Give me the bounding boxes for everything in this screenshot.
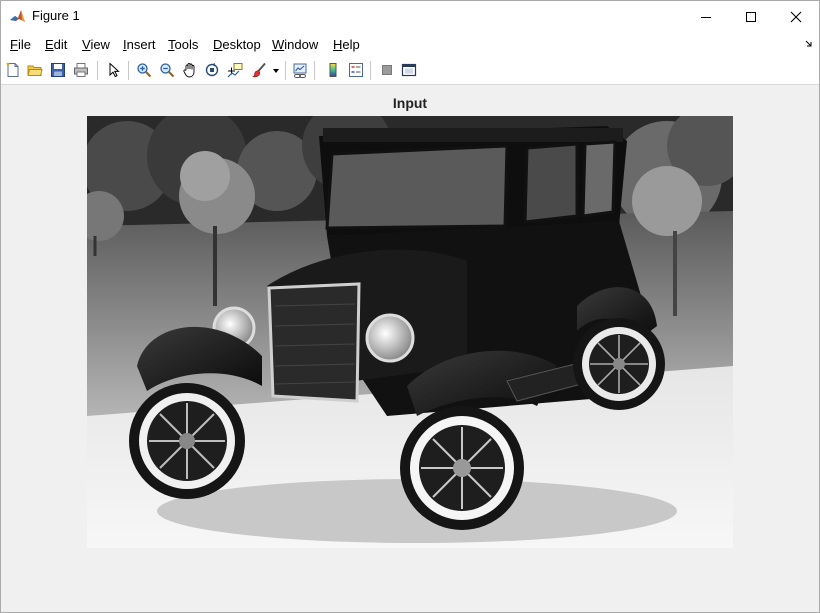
insert-colorbar-icon	[329, 63, 337, 77]
edit-plot-button[interactable]	[104, 60, 124, 80]
minimize-button[interactable]	[683, 1, 729, 32]
show-plot-tools-icon	[401, 63, 417, 77]
hide-plot-tools-button[interactable]	[377, 60, 397, 80]
insert-legend-icon	[349, 63, 363, 77]
save-figure-icon	[51, 63, 65, 77]
save-figure-button[interactable]	[48, 60, 68, 80]
brush-dropdown-icon[interactable]	[273, 69, 279, 73]
window-title: Figure 1	[32, 8, 80, 23]
toolbar-separator	[314, 61, 315, 80]
close-icon	[790, 11, 802, 22]
link-plot-button[interactable]	[290, 60, 310, 80]
print-figure-icon	[74, 63, 88, 77]
figure-canvas: Input	[1, 85, 819, 612]
maximize-button[interactable]	[728, 1, 774, 32]
menu-file[interactable]: File	[10, 37, 31, 52]
axes-image[interactable]	[87, 116, 733, 548]
zoom-in-button[interactable]	[134, 60, 154, 80]
open-file-button[interactable]	[25, 60, 45, 80]
menu-window[interactable]: Window	[272, 37, 318, 52]
new-figure-button[interactable]	[3, 60, 23, 80]
menu-tools[interactable]: Tools	[168, 37, 198, 52]
toolbar-separator	[128, 61, 129, 80]
menu-bar: File Edit View Insert Tools Desktop Wind…	[1, 32, 819, 57]
insert-legend-button[interactable]	[346, 60, 366, 80]
toolbar-separator	[285, 61, 286, 80]
hide-plot-tools-icon	[382, 65, 392, 75]
matlab-logo-icon	[9, 8, 26, 25]
minimize-icon	[701, 16, 711, 18]
data-cursor-button[interactable]	[225, 60, 245, 80]
rotate-3d-icon	[205, 63, 219, 77]
vintage-car-photo	[87, 116, 733, 548]
menu-edit[interactable]: Edit	[45, 37, 67, 52]
dock-arrow-icon[interactable]	[805, 40, 813, 48]
zoom-out-icon	[160, 63, 175, 78]
zoom-out-button[interactable]	[157, 60, 177, 80]
data-cursor-icon	[227, 63, 243, 78]
open-file-icon	[27, 65, 43, 76]
print-figure-button[interactable]	[71, 60, 91, 80]
toolbar-separator	[370, 61, 371, 80]
menu-insert[interactable]: Insert	[123, 37, 156, 52]
maximize-icon	[746, 11, 756, 22]
menu-help[interactable]: Help	[333, 37, 360, 52]
toolbar-separator	[97, 61, 98, 80]
pan-hand-icon	[183, 63, 195, 78]
axes-title: Input	[392, 95, 428, 111]
insert-colorbar-button[interactable]	[323, 60, 343, 80]
menu-desktop[interactable]: Desktop	[213, 37, 261, 52]
brush-icon	[252, 62, 266, 78]
close-button[interactable]	[773, 1, 819, 32]
figure-window: Figure 1 File Edit View Insert Tools Des…	[0, 0, 820, 613]
link-plot-icon	[293, 63, 307, 78]
pan-button[interactable]	[180, 60, 200, 80]
figure-toolbar	[1, 57, 819, 85]
rotate-3d-button[interactable]	[202, 60, 222, 80]
edit-plot-arrow-icon	[109, 62, 120, 78]
brush-button[interactable]	[249, 60, 269, 80]
new-figure-icon	[6, 62, 19, 77]
show-plot-tools-button[interactable]	[399, 60, 419, 80]
title-bar[interactable]: Figure 1	[1, 1, 819, 32]
zoom-in-icon	[137, 63, 152, 78]
menu-view[interactable]: View	[82, 37, 110, 52]
